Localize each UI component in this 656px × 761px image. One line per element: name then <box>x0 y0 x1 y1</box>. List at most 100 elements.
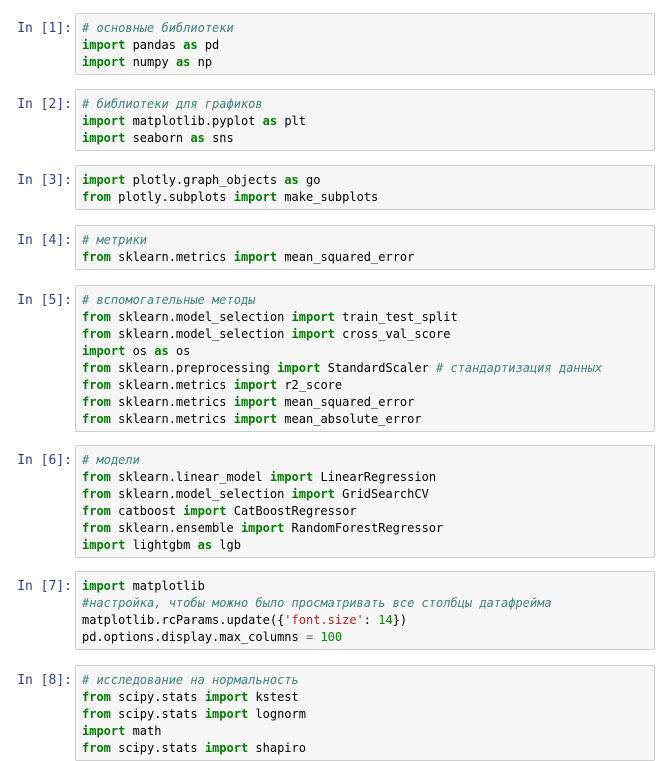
code-token: import <box>82 38 126 52</box>
code-input-area[interactable]: # исследование на нормальность from scipy… <box>75 665 655 761</box>
code-token: sklearn.linear_model <box>110 470 270 484</box>
code-token: np <box>190 55 213 69</box>
code-token: plt <box>277 114 306 128</box>
code-line: from scipy.stats import kstest <box>82 689 650 706</box>
code-token: from <box>82 504 111 518</box>
code-line: from sklearn.model_selection import Grid… <box>82 486 650 503</box>
code-token: r2_score <box>277 378 343 392</box>
code-token: from <box>82 707 111 721</box>
code-token: import <box>183 504 227 518</box>
code-line: from sklearn.metrics import mean_squared… <box>82 249 650 266</box>
code-token: # основные библиотеки <box>82 21 234 35</box>
code-input-area[interactable]: import plotly.graph_objects as go from pl… <box>75 165 655 210</box>
code-token: import <box>204 707 249 721</box>
code-line: from sklearn.metrics import mean_absolut… <box>82 411 650 428</box>
code-token: import <box>291 327 335 341</box>
cell-prompt: In [3]: <box>17 173 72 188</box>
code-line: from scipy.stats import shapiro <box>82 740 650 757</box>
code-token: import <box>82 579 126 593</box>
code-token: pd.options.display.max_columns <box>82 630 306 644</box>
code-input-area[interactable]: # метрики from sklearn.metrics import mea… <box>75 225 655 270</box>
code-token: import <box>277 361 321 375</box>
code-token: as <box>197 538 213 552</box>
code-token: plotly.subplots <box>110 190 234 204</box>
code-token: sns <box>204 131 234 145</box>
code-token: # библиотеки для графиков <box>82 97 263 111</box>
code-input-area[interactable]: # вспомогательные методы from sklearn.mod… <box>75 285 655 432</box>
code-token: lightgbm <box>125 538 198 552</box>
code-token: import <box>82 131 126 145</box>
code-token: make_subplots <box>277 190 379 204</box>
code-line: from plotly.subplots import make_subplot… <box>82 189 650 206</box>
code-token: 'font.size' <box>284 613 364 627</box>
cell-prompt: In [7]: <box>17 579 72 594</box>
code-token: import <box>82 724 126 738</box>
code-token: import <box>82 173 126 187</box>
code-token: from <box>82 395 111 409</box>
code-line: from sklearn.model_selection import cros… <box>82 326 650 343</box>
code-input-area[interactable]: # основные библиотеки import pandas as pd… <box>75 13 655 75</box>
code-token: from <box>82 327 111 341</box>
code-token: from <box>82 250 111 264</box>
code-token: sklearn.metrics <box>110 395 234 409</box>
code-token: 100 <box>320 630 343 644</box>
code-token: shapiro <box>248 741 306 755</box>
code-input-area[interactable]: # библиотеки для графиков import matplotl… <box>75 89 655 151</box>
code-token: numpy <box>125 55 176 69</box>
code-token: #настройка, чтобы можно было просматрива… <box>82 596 552 610</box>
code-token: }) <box>392 613 408 627</box>
code-line: import seaborn as sns <box>82 130 650 147</box>
code-line: import plotly.graph_objects as go <box>82 172 650 189</box>
code-line: # метрики <box>82 232 650 249</box>
code-token: cross_val_score <box>334 327 451 341</box>
code-token: scipy.stats <box>110 741 205 755</box>
code-line: # библиотеки для графиков <box>82 96 650 113</box>
code-line: #настройка, чтобы можно было просматрива… <box>82 595 650 612</box>
code-line: from sklearn.metrics import r2_score <box>82 377 650 394</box>
code-token: sklearn.metrics <box>110 412 234 426</box>
code-input-area[interactable]: # модели from sklearn.linear_model import… <box>75 445 655 558</box>
code-token: import <box>82 538 126 552</box>
code-token: import <box>204 690 249 704</box>
code-token: LinearRegression <box>313 470 437 484</box>
code-token: from <box>82 521 111 535</box>
code-token: os <box>125 344 155 358</box>
code-line: import matplotlib <box>82 578 650 595</box>
code-token: : <box>363 613 379 627</box>
code-token: matplotlib <box>125 579 205 593</box>
code-token: mean_absolute_error <box>277 412 422 426</box>
code-token: from <box>82 310 111 324</box>
code-token: from <box>82 487 111 501</box>
code-token: os <box>168 344 191 358</box>
code-token: as <box>284 173 299 187</box>
code-token: 14 <box>378 613 393 627</box>
code-token: # метрики <box>82 233 148 247</box>
code-token: matplotlib.pyplot <box>125 114 263 128</box>
code-token: import <box>291 487 335 501</box>
cell-prompt: In [4]: <box>17 233 72 248</box>
code-line: import lightgbm as lgb <box>82 537 650 554</box>
code-token: from <box>82 378 111 392</box>
code-token: as <box>190 131 205 145</box>
code-input-area[interactable]: import matplotlib #настройка, чтобы можно… <box>75 571 655 650</box>
code-token: import <box>82 55 126 69</box>
code-token: sklearn.metrics <box>110 250 234 264</box>
code-token: import <box>240 521 285 535</box>
code-token: kstest <box>248 690 299 704</box>
code-token: import <box>233 395 278 409</box>
code-token: pd <box>197 38 220 52</box>
code-token: sklearn.ensemble <box>110 521 241 535</box>
code-token: train_test_split <box>334 310 458 324</box>
code-token: from <box>82 190 111 204</box>
code-token: lognorm <box>248 707 306 721</box>
code-token: # модели <box>82 453 140 467</box>
code-token: # вспомогательные методы <box>82 293 256 307</box>
code-token: mean_squared_error <box>277 250 415 264</box>
code-token: sklearn.preprocessing <box>110 361 278 375</box>
code-token: import <box>269 470 314 484</box>
code-line: # модели <box>82 452 650 469</box>
code-token: # исследование на нормальность <box>82 673 299 687</box>
code-token: from <box>82 690 111 704</box>
code-token: math <box>125 724 162 738</box>
cell-prompt: In [5]: <box>17 293 72 308</box>
